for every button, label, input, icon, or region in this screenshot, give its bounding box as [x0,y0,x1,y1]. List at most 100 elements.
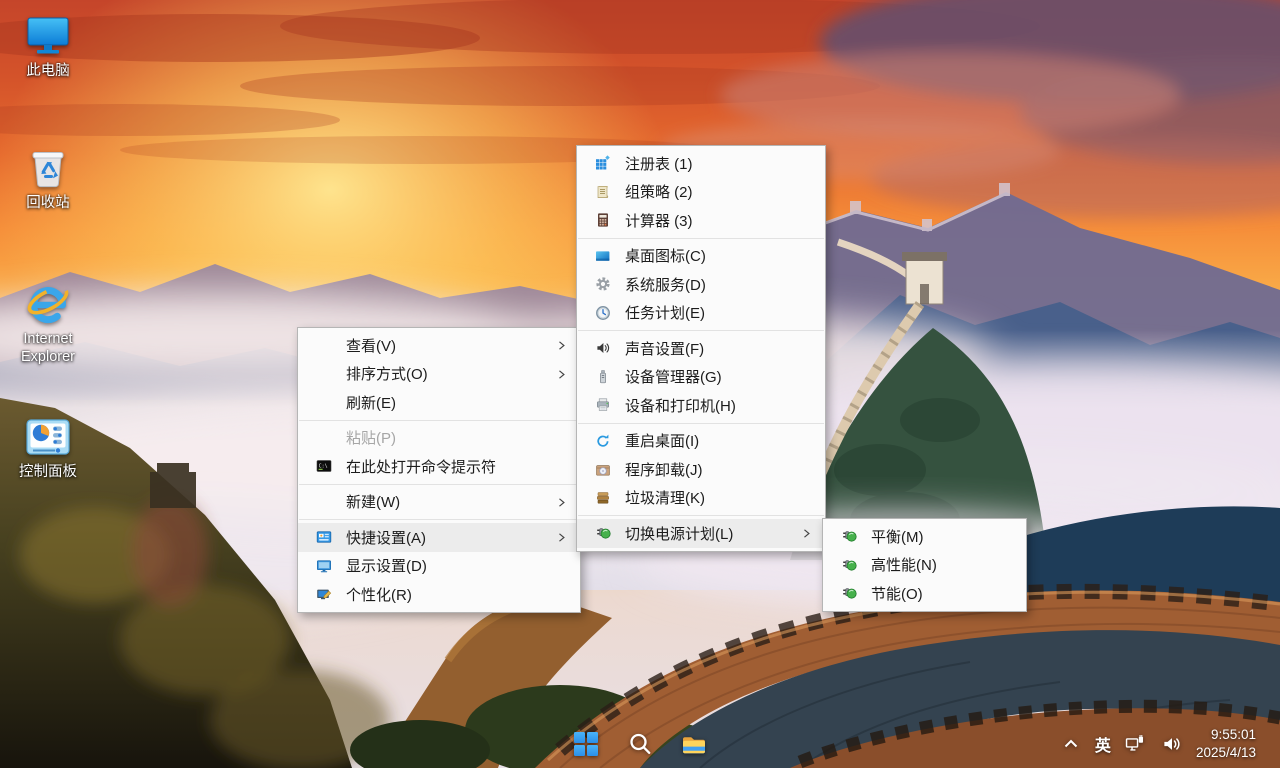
menu-item-label: 排序方式(O) [346,363,555,384]
search-icon [627,731,653,757]
device-manager-icon [595,369,611,385]
menu-item-10[interactable]: 显示设置(D) [298,552,580,581]
restart-icon [595,433,611,449]
menu-item-9[interactable]: 快捷设置(A) [298,523,580,552]
menu-item-9[interactable]: 设备管理器(G) [577,363,825,392]
menu-item-5[interactable]: C:\在此处打开命令提示符 [298,452,580,481]
clock-date: 2025/4/13 [1196,744,1256,762]
tray-chevron-up-icon[interactable] [1058,731,1084,757]
desktop-icon-list: 此电脑回收站 Internet Explorer 控制面板 [2,0,94,768]
power-plan-icon [595,525,611,541]
menu-item-4[interactable]: 桌面图标(C) [577,242,825,271]
desktop-icon-internet-explorer[interactable]: Internet Explorer [2,280,94,366]
menu-separator [299,484,579,485]
menu-item-label: 组策略 (2) [625,181,825,202]
ime-indicator[interactable]: 英 [1095,732,1111,756]
menu-item-label: 垃圾清理(K) [625,487,825,508]
search-button[interactable] [620,724,660,764]
menu-item-0[interactable]: 平衡(M) [823,522,1026,551]
this-pc-icon [24,12,72,60]
submenu-arrow-icon [555,337,571,353]
menu-item-0[interactable]: 注册表 (1) [577,149,825,178]
clock[interactable]: 9:55:01 2025/4/13 [1196,726,1256,761]
menu-item-8[interactable]: 声音设置(F) [577,334,825,363]
display-settings-icon [316,558,332,574]
menu-item-16[interactable]: 切换电源计划(L) [577,519,825,548]
menu-item-5[interactable]: 系统服务(D) [577,270,825,299]
menu-item-label: 设备和打印机(H) [625,395,825,416]
menu-item-label: 任务计划(E) [625,302,825,323]
sound-icon [595,340,611,356]
menu-item-icon-space [316,494,332,510]
control-panel-icon [24,413,72,461]
menu-item-label: 刷新(E) [346,392,580,413]
submenu-power-plan: 平衡(M) 高性能(N) 节能(O) [822,518,1027,612]
svg-text:C:\: C:\ [319,464,328,470]
menu-item-1[interactable]: 组策略 (2) [577,178,825,207]
submenu-quick-settings: 注册表 (1) 组策略 (2) 计算器 (3) 桌面图标(C) 系统服务(D) 任务计划(… [576,145,826,552]
menu-item-icon-space [316,337,332,353]
desktop-icon-label: Internet Explorer [2,331,94,366]
volume-icon[interactable] [1159,731,1185,757]
menu-separator [299,420,579,421]
recycle-bin-icon [24,144,72,192]
menu-item-icon-space [316,366,332,382]
registry-icon [595,155,611,171]
file-explorer-button[interactable] [674,724,714,764]
menu-item-label: 系统服务(D) [625,274,825,295]
file-explorer-icon [681,731,707,757]
menu-item-label: 显示设置(D) [346,555,580,576]
menu-item-label: 程序卸载(J) [625,459,825,480]
menu-item-label: 平衡(M) [871,526,1026,547]
menu-separator [578,330,824,331]
desktop-icon-control-panel[interactable]: 控制面板 [2,413,94,482]
menu-item-2[interactable]: 计算器 (3) [577,206,825,235]
group-policy-icon [595,184,611,200]
menu-item-label: 高性能(N) [871,554,1026,575]
desktop-icons-icon [595,248,611,264]
menu-item-10[interactable]: 设备和打印机(H) [577,391,825,420]
internet-explorer-icon [24,280,72,328]
win-start-button[interactable] [566,724,606,764]
menu-item-label: 桌面图标(C) [625,245,825,266]
menu-item-icon-space [316,394,332,410]
printer-icon [595,397,611,413]
network-icon[interactable] [1122,731,1148,757]
menu-item-12[interactable]: 重启桌面(I) [577,427,825,456]
menu-item-14[interactable]: 垃圾清理(K) [577,484,825,513]
services-icon [595,276,611,292]
menu-item-icon-space [316,430,332,446]
menu-item-2[interactable]: 节能(O) [823,579,1026,608]
menu-item-label: 个性化(R) [346,584,580,605]
menu-item-1[interactable]: 排序方式(O) [298,360,580,389]
taskbar-center [566,720,714,768]
desktop-icon-label: 回收站 [2,195,94,213]
personalization-icon [316,586,332,602]
menu-separator [299,519,579,520]
menu-item-13[interactable]: 程序卸载(J) [577,455,825,484]
menu-item-2[interactable]: 刷新(E) [298,388,580,417]
power-plan-icon [841,528,857,544]
menu-item-7[interactable]: 新建(W) [298,488,580,517]
desktop-icon-this-pc[interactable]: 此电脑 [2,12,94,81]
clock-time: 9:55:01 [1196,726,1256,744]
menu-item-label: 节能(O) [871,583,1026,604]
system-tray: 英 9:55:01 2025/4/13 [1058,720,1280,768]
menu-item-label: 注册表 (1) [625,153,825,174]
menu-item-label: 快捷设置(A) [346,527,555,548]
uninstall-icon [595,461,611,477]
menu-item-label: 计算器 (3) [625,210,825,231]
menu-item-6[interactable]: 任务计划(E) [577,299,825,328]
menu-item-1[interactable]: 高性能(N) [823,551,1026,580]
menu-item-label: 重启桌面(I) [625,430,825,451]
submenu-arrow-icon [555,529,571,545]
menu-item-label: 设备管理器(G) [625,366,825,387]
menu-item-label: 新建(W) [346,491,555,512]
desktop-icon-recycle-bin[interactable]: 回收站 [2,144,94,213]
menu-item-4: 粘贴(P) [298,424,580,453]
menu-item-label: 声音设置(F) [625,338,825,359]
menu-item-0[interactable]: 查看(V) [298,331,580,360]
cmd-icon: C:\ [316,458,332,474]
menu-item-11[interactable]: 个性化(R) [298,580,580,609]
menu-item-label: 查看(V) [346,335,555,356]
